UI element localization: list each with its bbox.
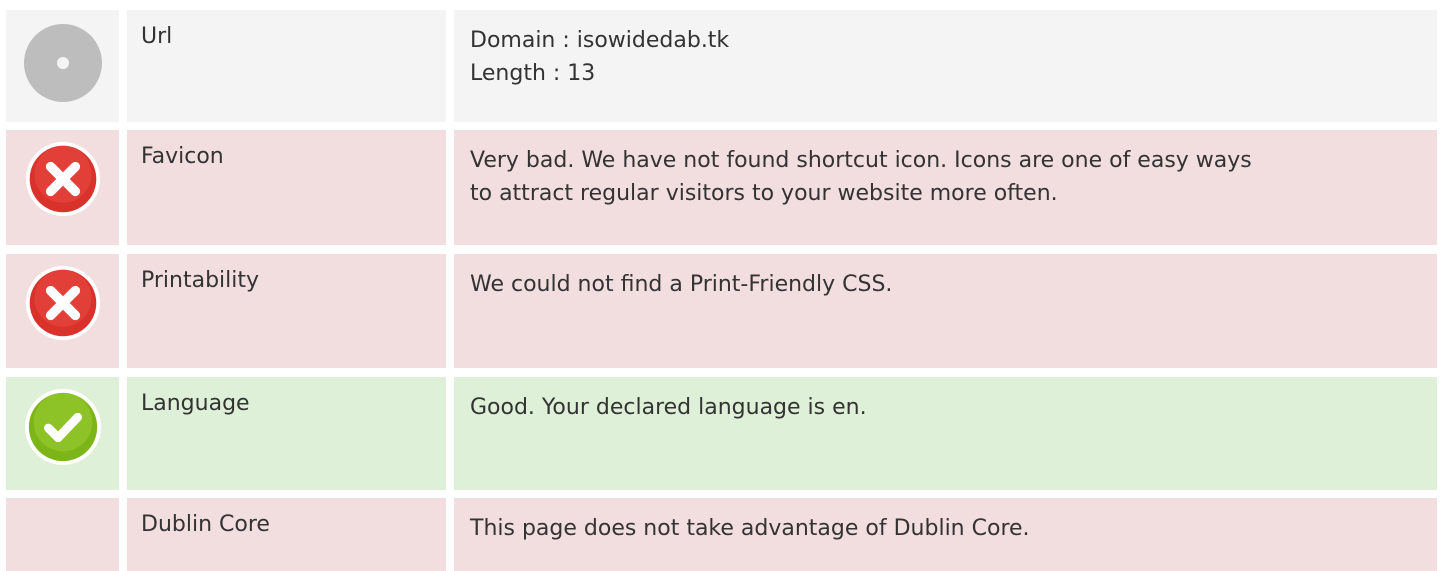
row-label: Dublin Core: [127, 498, 446, 571]
length-text: Length : 13: [470, 61, 596, 86]
table-row-favicon: Favicon Very bad. We have not found shor…: [6, 130, 1437, 245]
error-x-icon: [25, 141, 100, 217]
row-label-text: Language: [141, 391, 250, 416]
message-line: We could not find a Print-Friendly CSS.: [470, 272, 893, 297]
status-cell: [6, 377, 119, 490]
check-mark-icon: [24, 388, 101, 466]
row-label: Language: [127, 377, 446, 490]
row-value: Good. Your declared language is en.: [454, 377, 1437, 490]
table-row-language: Language Good. Your declared language is…: [6, 377, 1437, 490]
row-label: Printability: [127, 254, 446, 368]
message-line: This page does not take advantage of Dub…: [470, 516, 1030, 541]
row-value: Very bad. We have not found shortcut ico…: [454, 130, 1437, 245]
status-cell: [6, 498, 119, 571]
table-row-dublin-core: Dublin Core This page does not take adva…: [6, 498, 1437, 571]
table-row-url: Url Domain : isowidedab.tk Length : 13: [6, 10, 1437, 122]
row-label-text: Printability: [141, 268, 260, 293]
row-label: Url: [127, 10, 446, 122]
row-label-text: Url: [141, 24, 173, 49]
row-value: This page does not take advantage of Dub…: [454, 498, 1437, 571]
domain-text: Domain : isowidedab.tk: [470, 28, 730, 53]
row-label-text: Dublin Core: [141, 512, 270, 537]
row-label: Favicon: [127, 130, 446, 245]
status-cell: [6, 254, 119, 368]
message-line: to attract regular visitors to your webs…: [470, 181, 1058, 206]
row-value: Domain : isowidedab.tk Length : 13: [454, 10, 1437, 122]
row-label-text: Favicon: [141, 144, 224, 169]
message-line: Very bad. We have not found shortcut ico…: [470, 148, 1252, 173]
info-disc-icon: [23, 24, 102, 102]
status-cell: [6, 130, 119, 245]
status-cell: [6, 10, 119, 122]
message-line: Good. Your declared language is en.: [470, 395, 867, 420]
seo-report-table: Url Domain : isowidedab.tk Length : 13 F…: [0, 0, 1448, 571]
error-x-icon: [25, 265, 100, 341]
table-row-printability: Printability We could not find a Print-F…: [6, 254, 1437, 368]
row-value: We could not find a Print-Friendly CSS.: [454, 254, 1437, 368]
